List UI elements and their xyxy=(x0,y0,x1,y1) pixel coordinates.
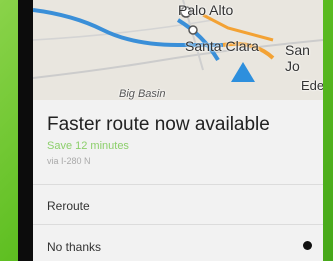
divider-middle xyxy=(33,224,323,225)
reroute-button[interactable]: Reroute xyxy=(47,199,90,213)
reroute-dialog: Faster route now available Save 12 minut… xyxy=(33,100,323,261)
phone-screen: Palo Alto Santa Clara San Jo Ede Big Bas… xyxy=(33,0,323,261)
no-thanks-button[interactable]: No thanks xyxy=(47,240,101,254)
route-text: via I-280 N xyxy=(47,156,91,166)
map-label-edge: Ede xyxy=(301,78,323,93)
countdown-dot-icon xyxy=(303,241,312,250)
divider-top xyxy=(33,184,323,185)
map-label-big-basin: Big Basin xyxy=(119,88,166,100)
map-label-santa-clara: Santa Clara xyxy=(185,38,259,54)
map-view[interactable]: Palo Alto Santa Clara San Jo Ede Big Bas… xyxy=(33,0,323,100)
map-label-palo-alto: Palo Alto xyxy=(178,2,234,18)
dialog-title: Faster route now available xyxy=(47,114,270,135)
map-label-san-jose: San Jo xyxy=(285,42,310,74)
time-saved-text: Save 12 minutes xyxy=(47,140,129,152)
